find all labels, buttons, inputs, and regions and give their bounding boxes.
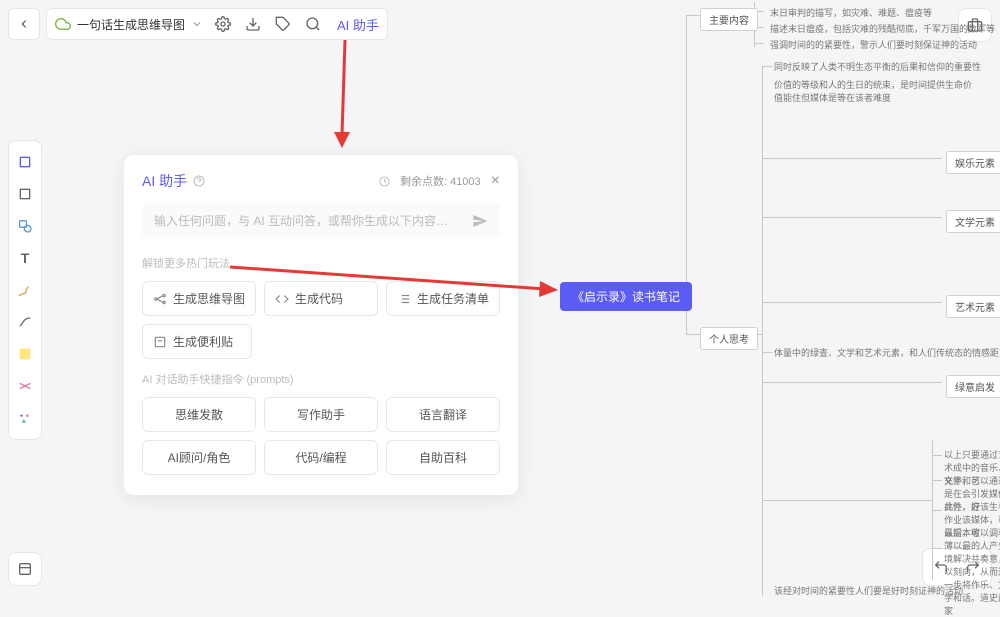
prompt-translate[interactable]: 语言翻译 <box>386 397 500 432</box>
chip-tasklist[interactable]: 生成任务清单 <box>386 281 500 316</box>
chip-mindmap[interactable]: 生成思维导图 <box>142 281 256 316</box>
document-title: 一句话生成思维导图 <box>77 16 185 33</box>
section-prompts-label: AI 对话助手快捷指令 (prompts) <box>142 371 500 387</box>
code-icon <box>275 292 289 306</box>
note-icon <box>153 335 167 349</box>
export-icon[interactable] <box>239 10 267 38</box>
chip-code[interactable]: 生成代码 <box>264 281 378 316</box>
more-shapes-tool[interactable] <box>12 405 38 431</box>
ai-assistant-panel: AI 助手 剩余点数: 41003 × 解锁更多热门玩法 生成思维导图 生成代码… <box>124 155 518 495</box>
chevron-down-icon <box>191 18 203 30</box>
mindmap-node[interactable]: 娱乐元素 <box>946 151 1000 174</box>
ai-prompt-input[interactable] <box>154 214 472 228</box>
mindmap-leaf[interactable]: 描述末日瘟疫，包括灾难的残酷彻底，千军万国的数军等 <box>770 22 995 35</box>
search-icon[interactable] <box>299 10 327 38</box>
tag-icon[interactable] <box>269 10 297 38</box>
back-button[interactable] <box>8 8 40 40</box>
select-tool[interactable] <box>12 149 38 175</box>
ai-panel-title: AI 助手 <box>142 171 205 191</box>
mindmap-leaf[interactable]: 该经对时间的紧要性人们要是好时刻证神的活动 <box>774 584 963 597</box>
prompt-coding[interactable]: 代码/编程 <box>264 440 378 475</box>
ai-input-row <box>142 203 500 239</box>
mindmap-canvas[interactable]: 《启示录》读书笔记 主要内容 个人思考 末日审判的描写，如灾难、难题、瘟疫等 描… <box>560 0 1000 594</box>
mindmap-leaf[interactable]: 强调时间的的紧要性，警示人们要时刻保证神的活动 <box>770 38 977 51</box>
pen-tool[interactable] <box>12 277 38 303</box>
mindmap-icon <box>153 292 167 306</box>
points-remaining: 剩余点数: 41003 <box>400 173 481 189</box>
send-button[interactable] <box>472 213 488 229</box>
text-tool[interactable]: T <box>12 245 38 271</box>
list-icon <box>397 292 411 306</box>
prompt-role[interactable]: AI顾问/角色 <box>142 440 256 475</box>
cloud-icon <box>55 16 71 32</box>
top-toolbar: 一句话生成思维导图 AI 助手 <box>8 8 388 40</box>
mindmap-node[interactable]: 艺术元素 <box>946 295 1000 318</box>
shape-tool[interactable] <box>12 213 38 239</box>
chip-sticky-note[interactable]: 生成便利贴 <box>142 324 252 359</box>
mindmap-leaf[interactable]: 最后，可以调和薄以最的人产生境解决共奏意，以刻向，从而进一步将作乐、文学和话。道… <box>944 526 1000 617</box>
mindmap-tool[interactable] <box>12 373 38 399</box>
layers-button[interactable] <box>8 552 42 586</box>
mindmap-node[interactable]: 绿意启发 <box>946 375 1000 398</box>
connector-tool[interactable] <box>12 309 38 335</box>
settings-icon[interactable] <box>209 10 237 38</box>
prompt-encyclopedia[interactable]: 自助百科 <box>386 440 500 475</box>
mindmap-leaf[interactable]: 价值的等级和人的生日的统束，是时间提供生命价值能住但媒体是等在该者难度 <box>774 78 974 104</box>
annotation-arrow-down <box>330 40 360 150</box>
ai-assistant-link[interactable]: AI 助手 <box>337 15 379 34</box>
prompt-writing[interactable]: 写作助手 <box>264 397 378 432</box>
help-icon[interactable] <box>193 175 205 187</box>
close-button[interactable]: × <box>491 172 500 190</box>
frame-tool[interactable] <box>12 181 38 207</box>
mindmap-leaf[interactable]: 同时反映了人类不明生态平衡的后果和信仰的重要性 <box>774 60 981 73</box>
mindmap-node[interactable]: 个人思考 <box>700 327 758 350</box>
sticky-note-tool[interactable] <box>12 341 38 367</box>
clock-icon <box>379 176 390 187</box>
mindmap-center-node[interactable]: 《启示录》读书笔记 <box>560 282 692 311</box>
document-title-pill[interactable]: 一句话生成思维导图 AI 助手 <box>46 8 388 40</box>
left-toolbar: T <box>8 140 42 440</box>
mindmap-node[interactable]: 文学元素 <box>946 210 1000 233</box>
mindmap-node[interactable]: 主要内容 <box>700 8 758 31</box>
mindmap-leaf[interactable]: 末日审判的描写，如灾难、难题、瘟疫等 <box>770 6 932 19</box>
mindmap-leaf[interactable]: 体量中的绿查、文学和艺术元素，和人们传统态的情感距离 <box>774 346 1000 359</box>
prompt-brainstorm[interactable]: 思维发散 <box>142 397 256 432</box>
section-popular-label: 解锁更多热门玩法 <box>142 255 500 271</box>
